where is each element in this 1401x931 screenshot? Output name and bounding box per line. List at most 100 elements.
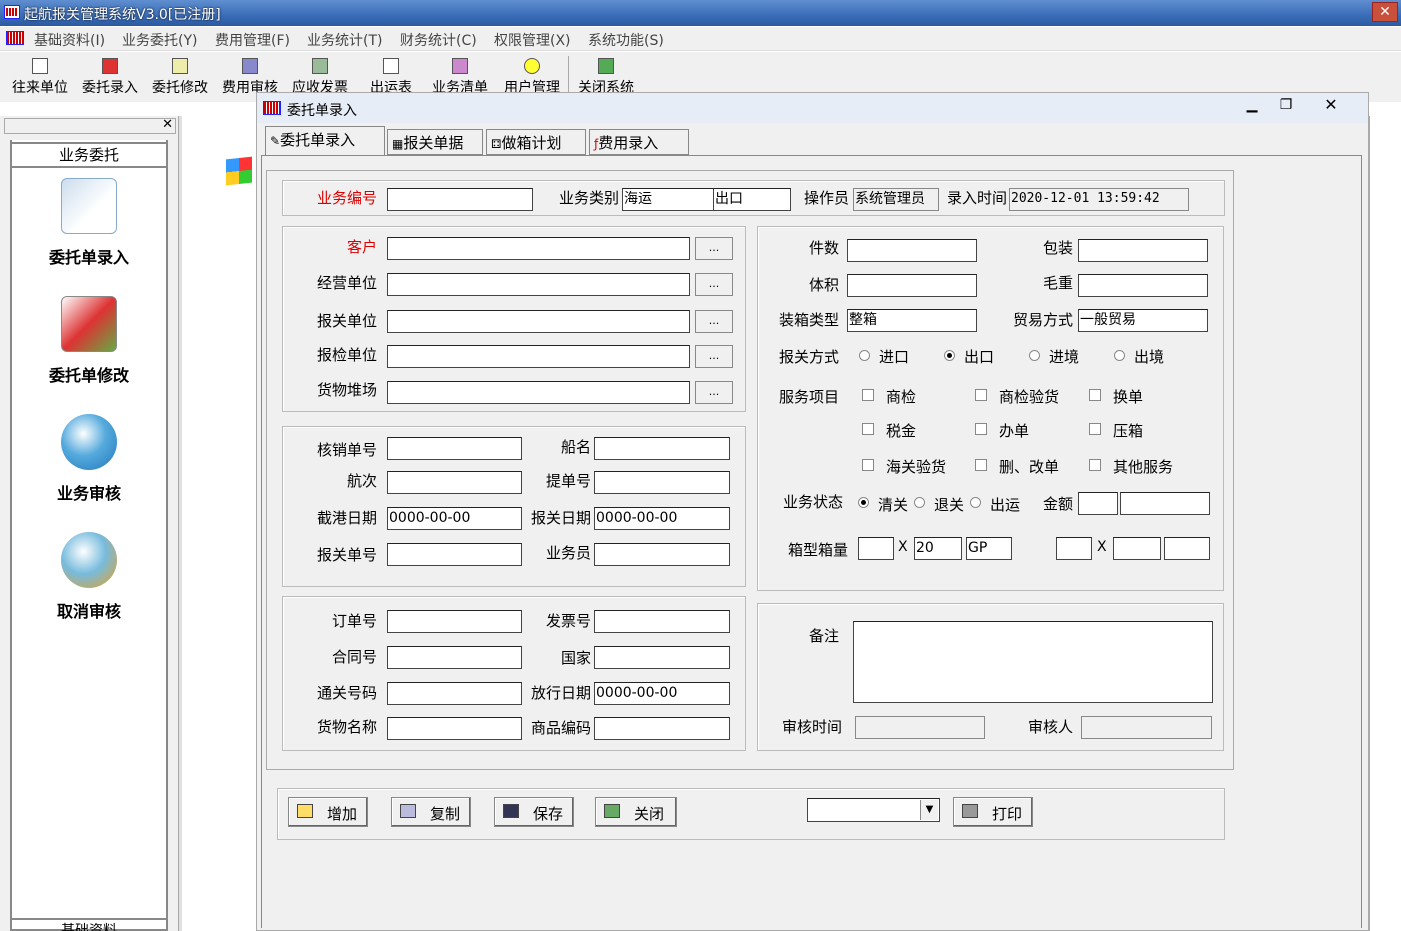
- box-type-1-input[interactable]: GP: [966, 537, 1012, 560]
- window-close-icon[interactable]: ✕: [1309, 95, 1353, 117]
- restore-icon[interactable]: ❐: [1271, 97, 1301, 117]
- clearance-no-input[interactable]: [387, 682, 522, 705]
- container-type-select[interactable]: 整箱: [847, 309, 977, 332]
- goods-name-input[interactable]: [387, 717, 522, 740]
- ship-name-input[interactable]: [594, 437, 730, 460]
- yard-lookup-button[interactable]: ...: [695, 381, 733, 404]
- packing-input[interactable]: [1078, 239, 1208, 262]
- sidebar-item-audit[interactable]: 业务审核: [14, 414, 164, 504]
- customs-unit-lookup-button[interactable]: ...: [695, 310, 733, 333]
- order-no-input[interactable]: [387, 610, 522, 633]
- tab-container-plan[interactable]: ⚃做箱计划: [486, 129, 586, 155]
- menu-business[interactable]: 业务委托(Y): [122, 30, 197, 50]
- menu-fees[interactable]: 费用管理(F): [215, 30, 290, 50]
- close-button[interactable]: 关闭: [595, 797, 677, 827]
- tb-modify-button[interactable]: 委托修改: [152, 58, 208, 97]
- sidebar-item-cancel-audit[interactable]: 取消审核: [14, 532, 164, 622]
- bl-no-input[interactable]: [594, 471, 730, 494]
- biz-direction-select[interactable]: 出口: [713, 188, 791, 211]
- customs-unit-input[interactable]: [387, 310, 690, 333]
- gross-weight-input[interactable]: [1078, 274, 1208, 297]
- box-size-1-input[interactable]: 20: [914, 537, 962, 560]
- tab-fees[interactable]: ƒ费用录入: [589, 129, 689, 155]
- country-input[interactable]: [594, 646, 730, 669]
- inspection-unit-lookup-button[interactable]: ...: [695, 345, 733, 368]
- tab-entry[interactable]: ✎委托单录入: [265, 126, 385, 156]
- biz-type-select[interactable]: 海运: [622, 188, 714, 211]
- customer-input[interactable]: [387, 237, 690, 260]
- mode-import-radio[interactable]: [859, 350, 870, 361]
- biz-type-label: 业务类别: [558, 189, 619, 207]
- menu-finance[interactable]: 财务统计(C): [400, 30, 477, 50]
- service-exchange-checkbox[interactable]: [1089, 389, 1101, 401]
- status-return-radio[interactable]: [914, 497, 925, 508]
- sidebar-section-header[interactable]: 业务委托: [10, 142, 168, 168]
- tb-entry-button[interactable]: 委托录入: [82, 58, 138, 97]
- save-button[interactable]: 保存: [494, 797, 574, 827]
- service-tax-checkbox[interactable]: [862, 423, 874, 435]
- chevron-down-icon[interactable]: ▼: [920, 800, 938, 820]
- remarks-textarea[interactable]: [853, 621, 1213, 703]
- service-inspect-goods-checkbox[interactable]: [975, 389, 987, 401]
- inspection-unit-label: 报检单位: [316, 346, 377, 364]
- amount-input[interactable]: [1120, 492, 1210, 515]
- service-hold-checkbox[interactable]: [1089, 423, 1101, 435]
- service-other-checkbox[interactable]: [1089, 459, 1101, 471]
- pieces-input[interactable]: [847, 239, 977, 262]
- box-x-1: X: [898, 539, 908, 555]
- audit-time-label: 审核时间: [781, 718, 842, 736]
- operator-unit-lookup-button[interactable]: ...: [695, 273, 733, 296]
- status-clear-radio[interactable]: [858, 497, 869, 508]
- service-customs-inspect-checkbox[interactable]: [862, 459, 874, 471]
- yard-input[interactable]: [387, 381, 690, 404]
- mode-import-label: 进口: [879, 348, 910, 366]
- sidebar-item-modify[interactable]: 委托单修改: [14, 296, 164, 386]
- mode-exit-label: 出境: [1134, 348, 1165, 366]
- customer-lookup-button[interactable]: ...: [695, 237, 733, 260]
- menu-system[interactable]: 系统功能(S): [588, 30, 664, 50]
- box-qty-1-input[interactable]: [858, 537, 894, 560]
- menu-basic[interactable]: 基础资料(I): [34, 30, 105, 50]
- mode-exit-radio[interactable]: [1114, 350, 1125, 361]
- tb-contacts-button[interactable]: 往来单位: [12, 58, 68, 97]
- contract-no-input[interactable]: [387, 646, 522, 669]
- sidebar-item-entry[interactable]: 委托单录入: [14, 178, 164, 268]
- service-inspect-checkbox[interactable]: [862, 389, 874, 401]
- tab-documents[interactable]: ▦报关单据: [387, 129, 483, 155]
- app-close-button[interactable]: ✕: [1372, 2, 1398, 22]
- invoice-no-input[interactable]: [594, 610, 730, 633]
- salesman-input[interactable]: [594, 543, 730, 566]
- print-button[interactable]: 打印: [953, 797, 1033, 827]
- service-inspect-label: 商检: [886, 388, 917, 406]
- copy-button[interactable]: 复制: [391, 797, 471, 827]
- sidebar-bottom-section[interactable]: 基础资料: [10, 918, 168, 931]
- box-size-2-input[interactable]: [1113, 537, 1161, 560]
- printer-select[interactable]: ▼: [807, 798, 940, 822]
- voyage-input[interactable]: [387, 471, 522, 494]
- sidebar-close-icon[interactable]: ✕: [162, 117, 173, 132]
- release-date-input[interactable]: 0000-00-00: [594, 682, 730, 705]
- add-button[interactable]: 增加: [288, 797, 368, 827]
- service-handle-checkbox[interactable]: [975, 423, 987, 435]
- splitter[interactable]: [178, 116, 182, 931]
- box-qty-2-input[interactable]: [1056, 537, 1092, 560]
- operator-unit-input[interactable]: [387, 273, 690, 296]
- service-amend-checkbox[interactable]: [975, 459, 987, 471]
- volume-input[interactable]: [847, 274, 977, 297]
- mode-entry-radio[interactable]: [1029, 350, 1040, 361]
- cutoff-date-input[interactable]: 0000-00-00: [387, 507, 522, 530]
- trade-mode-select[interactable]: 一般贸易: [1078, 309, 1208, 332]
- minimize-icon[interactable]: ▁: [1237, 97, 1267, 117]
- declare-no-input[interactable]: [387, 543, 522, 566]
- currency-input[interactable]: [1078, 492, 1118, 515]
- verify-no-input[interactable]: [387, 437, 522, 460]
- biz-no-input[interactable]: [387, 188, 533, 211]
- declare-date-input[interactable]: 0000-00-00: [594, 507, 730, 530]
- menu-permission[interactable]: 权限管理(X): [494, 30, 571, 50]
- menu-stats[interactable]: 业务统计(T): [307, 30, 382, 50]
- box-type-2-input[interactable]: [1164, 537, 1210, 560]
- status-ship-radio[interactable]: [970, 497, 981, 508]
- goods-code-input[interactable]: [594, 717, 730, 740]
- inspection-unit-input[interactable]: [387, 345, 690, 368]
- mode-export-radio[interactable]: [944, 350, 955, 361]
